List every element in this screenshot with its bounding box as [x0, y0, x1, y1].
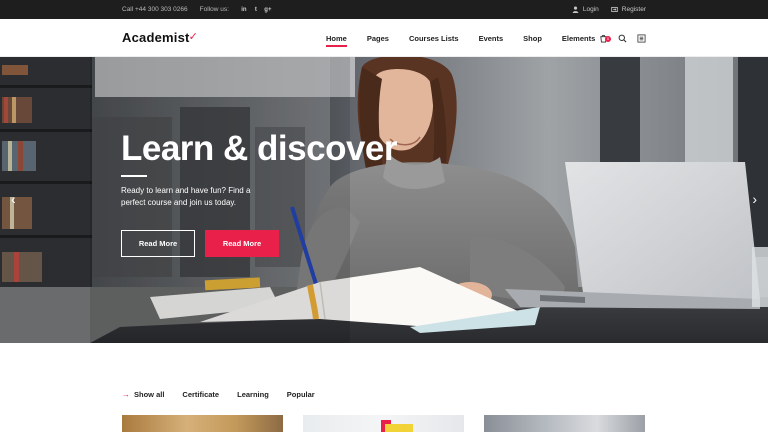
- nav-events[interactable]: Events: [469, 34, 514, 43]
- google-plus-icon[interactable]: g+: [264, 7, 271, 13]
- nav-pages[interactable]: Pages: [357, 34, 399, 43]
- top-bar-right: Login Register: [572, 0, 646, 19]
- user-icon: [572, 6, 579, 13]
- cart-button[interactable]: 0: [598, 33, 611, 43]
- hero-title: Learn & discover: [121, 129, 398, 168]
- hero-subtitle: Ready to learn and have fun? Find a perf…: [121, 186, 251, 207]
- hero-slider: ‹ › Learn & discover Ready to learn and …: [0, 57, 768, 343]
- header-icons: 0: [598, 19, 646, 57]
- side-menu-button[interactable]: [636, 33, 646, 43]
- twitter-icon[interactable]: t: [253, 7, 259, 13]
- social-links: in t g+: [241, 7, 271, 13]
- course-card-image[interactable]: [484, 415, 645, 432]
- arrow-right-icon: →: [122, 390, 130, 399]
- register-label: Register: [621, 6, 646, 13]
- slider-prev-arrow[interactable]: ‹: [11, 192, 16, 206]
- card-graphic: [385, 424, 413, 432]
- menu-icon: [636, 33, 646, 43]
- login-link[interactable]: Login: [572, 6, 599, 13]
- phone-number[interactable]: Call +44 300 303 0266: [122, 6, 188, 13]
- login-label: Login: [582, 6, 599, 13]
- register-link[interactable]: Register: [611, 6, 646, 13]
- follow-label: Follow us:: [199, 6, 229, 13]
- filter-label: Show all: [134, 390, 165, 399]
- filter-certificate[interactable]: Certificate: [182, 390, 219, 399]
- course-filter-tabs: → Show all Certificate Learning Popular: [122, 390, 333, 399]
- logo-check-icon: ✓: [188, 31, 198, 43]
- main-header: Academist ✓ Home Pages Courses Lists Eve…: [0, 19, 768, 57]
- nav-home[interactable]: Home: [326, 34, 357, 47]
- slider-next-arrow[interactable]: ›: [752, 192, 757, 206]
- filter-show-all[interactable]: → Show all: [122, 390, 164, 399]
- hero-content: Learn & discover Ready to learn and have…: [121, 129, 398, 209]
- nav-courses-lists[interactable]: Courses Lists: [399, 34, 469, 43]
- logo-text: Academist: [122, 30, 190, 45]
- top-bar: Call +44 300 303 0266 Follow us: in t g+…: [0, 0, 768, 19]
- course-card-image[interactable]: [303, 415, 464, 432]
- nav-shop[interactable]: Shop: [513, 34, 552, 43]
- linkedin-icon[interactable]: in: [241, 7, 247, 13]
- site-logo[interactable]: Academist ✓: [122, 30, 198, 45]
- search-icon: [618, 34, 626, 42]
- search-button[interactable]: [617, 33, 627, 43]
- filter-learning[interactable]: Learning: [237, 390, 269, 399]
- hero-divider: [121, 175, 147, 177]
- main-nav: Home Pages Courses Lists Events Shop Ele…: [326, 19, 605, 57]
- read-more-solid-button[interactable]: Read More: [205, 230, 279, 257]
- filter-popular[interactable]: Popular: [287, 390, 315, 399]
- read-more-outline-button[interactable]: Read More: [121, 230, 195, 257]
- course-card-image[interactable]: [122, 415, 283, 432]
- top-bar-left: Call +44 300 303 0266 Follow us: in t g+: [122, 0, 271, 19]
- register-icon: [611, 6, 618, 13]
- cart-count-badge: 0: [605, 36, 611, 42]
